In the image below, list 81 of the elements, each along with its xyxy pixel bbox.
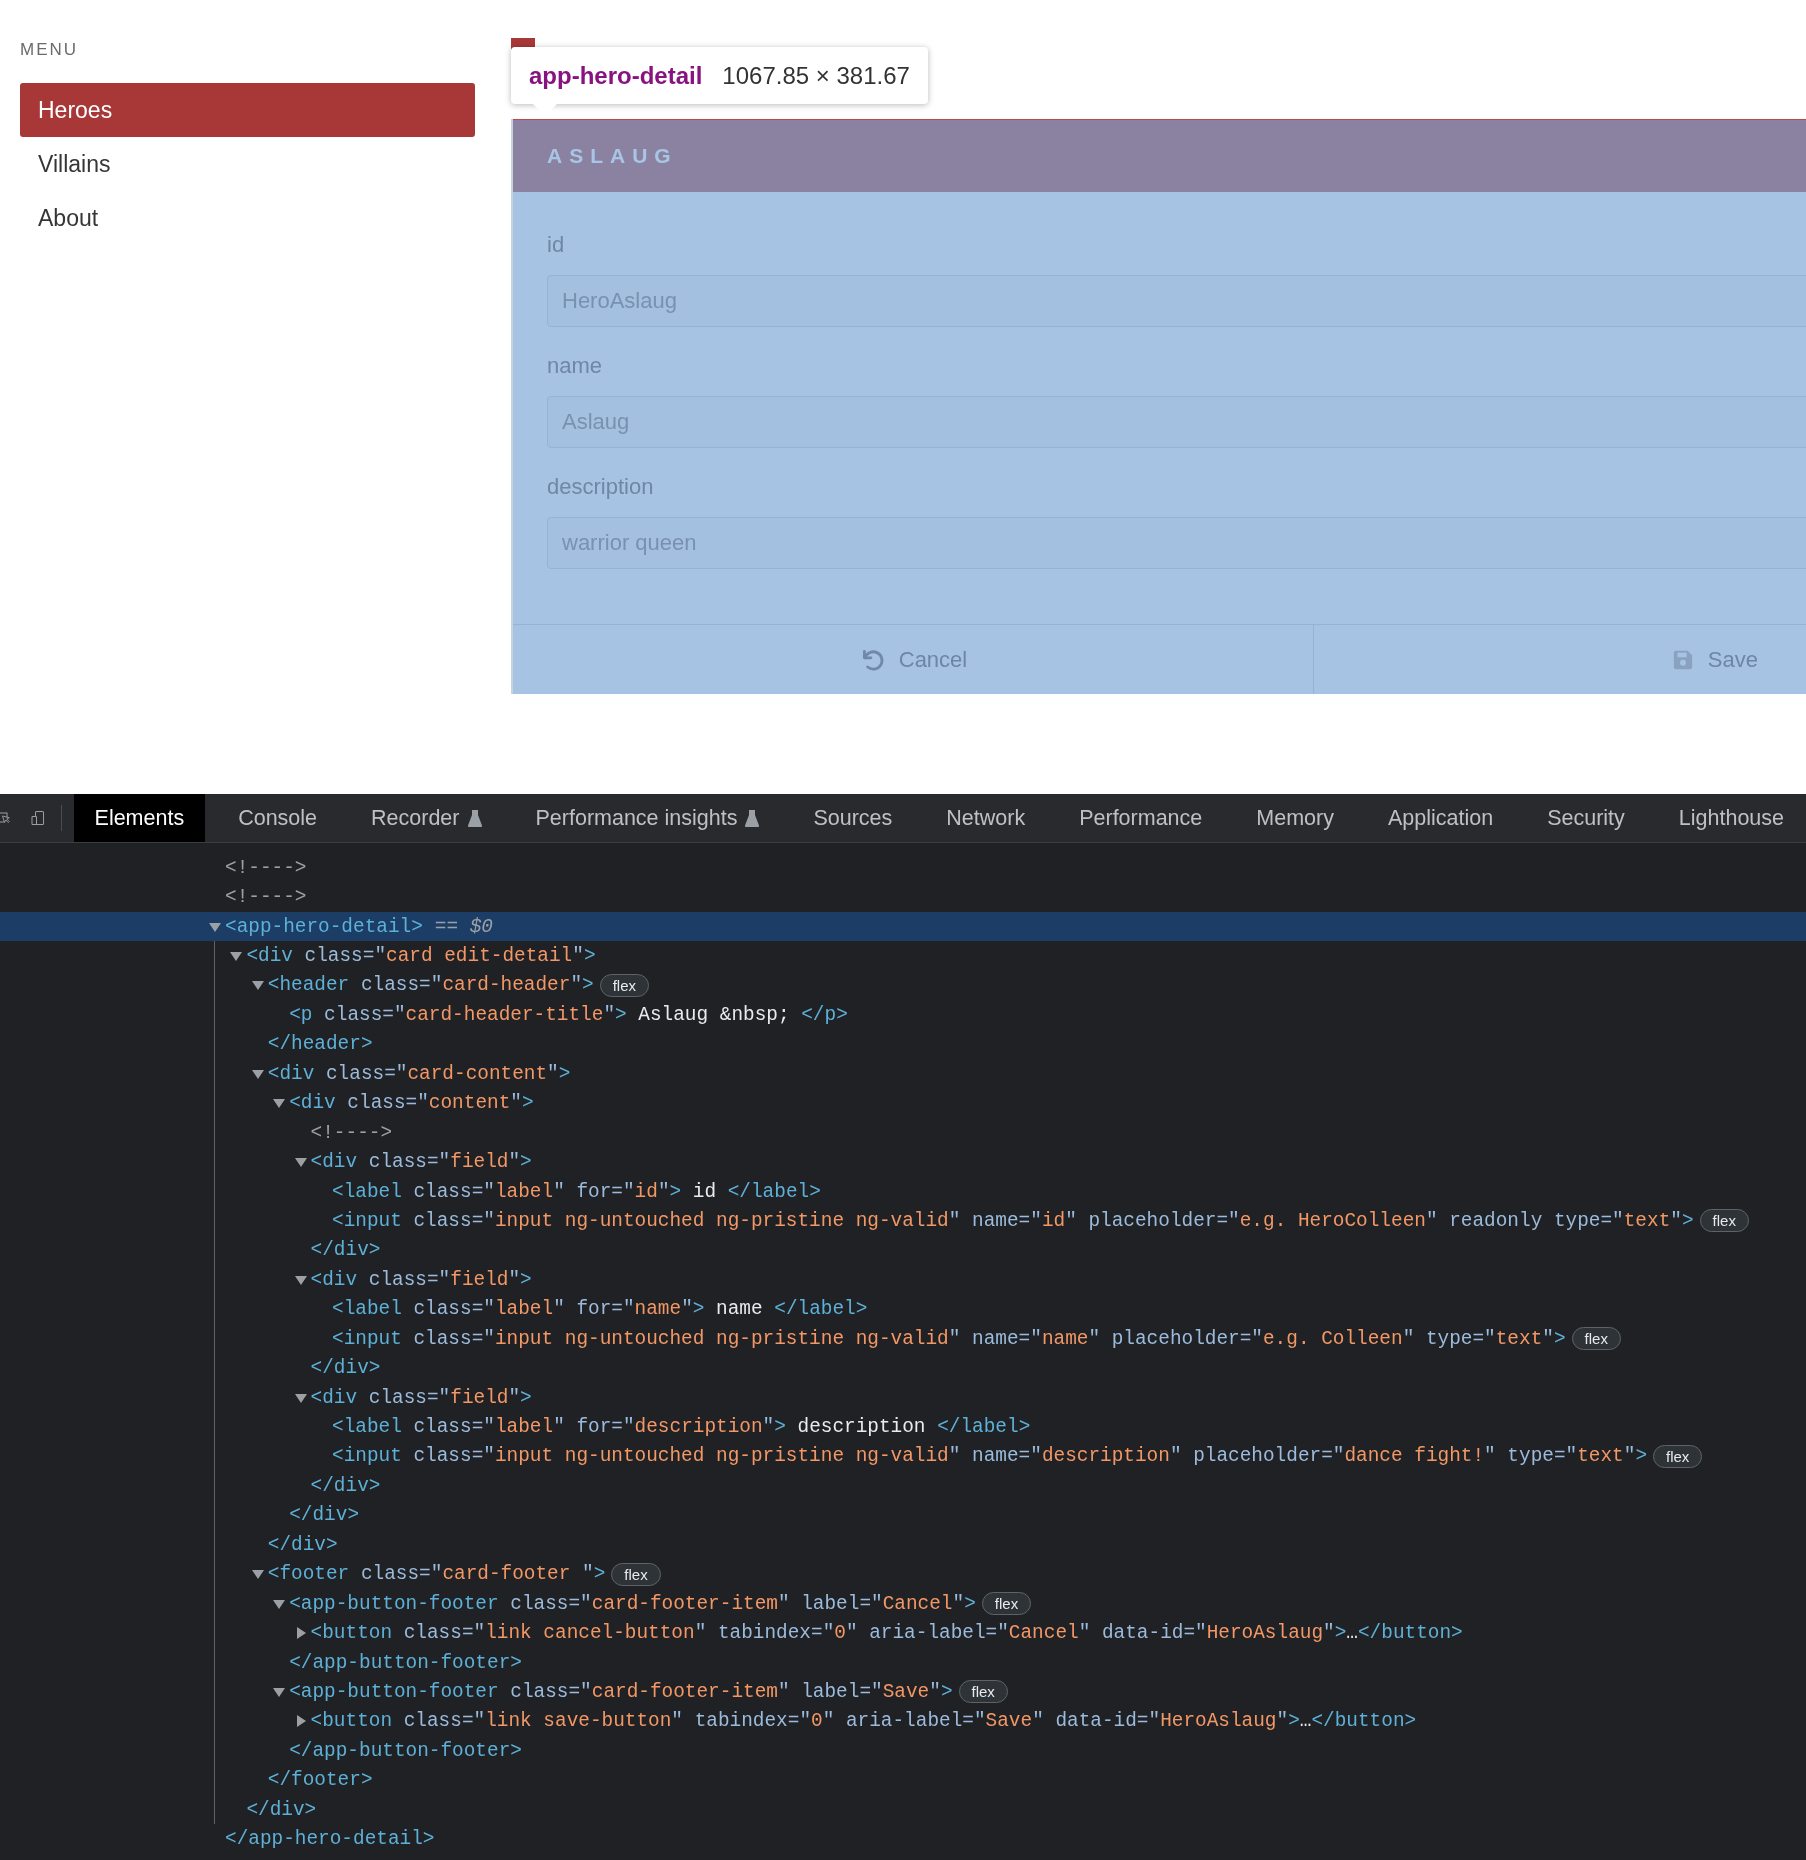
- collapse-arrow-icon[interactable]: [251, 979, 264, 992]
- collapse-arrow-icon[interactable]: [294, 1273, 307, 1286]
- collapse-arrow-icon[interactable]: [294, 1391, 307, 1404]
- devtools-tab[interactable]: Console: [217, 794, 339, 842]
- code-line: <input class="input ng-untouched ng-pristine ng-valid" name="id" placeholder="e.g. HeroColleen" readonly type="text">: [332, 1209, 1694, 1232]
- code-line: <div class="content">: [289, 1092, 534, 1115]
- code-line: <button class="link cancel-button" tabindex="0" aria-label="Cancel" data-id="HeroAslaug">…</button>: [310, 1622, 1463, 1645]
- flex-badge[interactable]: flex: [599, 973, 649, 997]
- flask-icon: [467, 809, 482, 827]
- field-label: description: [547, 474, 654, 501]
- code-line: <!---->: [225, 856, 307, 879]
- code-line: <div class="field">: [310, 1268, 532, 1291]
- devtools-tab[interactable]: Lighthouse: [1657, 794, 1805, 842]
- flex-badge[interactable]: flex: [1699, 1209, 1749, 1233]
- element-tag: app-hero-detail: [529, 61, 703, 90]
- code-line: <app-hero-detail>: [225, 915, 423, 938]
- code-line: <label class="label" for="name"> name </label>: [332, 1298, 868, 1321]
- code-line: </div>: [310, 1474, 381, 1497]
- collapse-arrow-icon[interactable]: [209, 920, 221, 933]
- code-line: <label class="label" for="id"> id </label>: [332, 1180, 821, 1203]
- code-line: </header>: [267, 1033, 373, 1056]
- element-size: 1067.85 × 381.67: [722, 61, 910, 90]
- code-line: <!---->: [310, 1121, 393, 1144]
- collapse-arrow-icon[interactable]: [273, 1097, 286, 1110]
- flex-badge[interactable]: flex: [611, 1562, 661, 1586]
- code-line: </div>: [246, 1798, 317, 1821]
- menu-heading: MENU: [20, 40, 79, 61]
- console-reference: == $0: [434, 915, 493, 938]
- code-line: <input class="input ng-untouched ng-pristine ng-valid" name="description" placeholder="dance fight!" type="text">: [332, 1445, 1647, 1468]
- tree-row[interactable]: <!---->: [0, 853, 1806, 883]
- code-line: </app-hero-detail>: [225, 1828, 435, 1851]
- code-line: </div>: [289, 1504, 359, 1527]
- code-line: </app-button-footer>: [289, 1651, 522, 1674]
- devtools-tab[interactable]: Elements: [73, 794, 206, 842]
- flex-badge[interactable]: flex: [1571, 1327, 1621, 1351]
- code-line: <footer class="card-footer ">: [267, 1563, 606, 1586]
- devtools-tab[interactable]: Recorder: [350, 794, 503, 842]
- code-line: <p class="card-header-title"> Aslaug &nbsp; </p>: [289, 1003, 848, 1026]
- code-line: <button class="link save-button" tabindex="0" aria-label="Save" data-id="HeroAslaug">…</button>: [310, 1710, 1417, 1733]
- devtools-tab[interactable]: Performance insights: [514, 794, 781, 842]
- code-line: <!---->: [225, 886, 307, 909]
- collapse-arrow-icon[interactable]: [273, 1685, 286, 1698]
- devtools-tab[interactable]: Sources: [792, 794, 914, 842]
- flask-icon: [745, 809, 760, 827]
- code-line: </div>: [310, 1357, 381, 1380]
- code-line: </footer>: [267, 1769, 373, 1792]
- collapse-arrow-icon[interactable]: [273, 1597, 286, 1610]
- menu-item[interactable]: About: [20, 191, 475, 245]
- collapse-arrow-icon[interactable]: [251, 1067, 264, 1080]
- collapse-arrow-icon[interactable]: [294, 1156, 307, 1169]
- tree-row[interactable]: <app-hero-detail> == $0: [0, 911, 1806, 942]
- code-line: <label class="label" for="description"> description </label>: [332, 1416, 1031, 1439]
- devtools-tab[interactable]: Application: [1366, 794, 1515, 842]
- code-line: <div class="card-content">: [267, 1062, 571, 1085]
- tree-row[interactable]: <!---->: [0, 882, 1806, 912]
- menu-item[interactable]: Villains: [20, 137, 475, 191]
- devtools-tab[interactable]: Memory: [1235, 794, 1355, 842]
- code-line: <app-button-footer class="card-footer-item" label="Cancel">: [289, 1592, 976, 1615]
- code-line: <app-button-footer class="card-footer-item" label="Save">: [289, 1680, 953, 1703]
- collapse-arrow-icon[interactable]: [251, 1568, 264, 1581]
- devtools-tab[interactable]: Security: [1526, 794, 1646, 842]
- code-line: <div class="field">: [310, 1386, 532, 1409]
- flex-badge[interactable]: flex: [981, 1592, 1032, 1616]
- field-label: name: [547, 353, 603, 380]
- flex-badge[interactable]: flex: [1653, 1444, 1703, 1468]
- code-line: </div>: [310, 1239, 381, 1262]
- expand-arrow-icon[interactable]: [294, 1627, 307, 1640]
- code-line: </app-button-footer>: [289, 1739, 522, 1762]
- flex-badge[interactable]: flex: [958, 1680, 1008, 1704]
- expand-arrow-icon[interactable]: [294, 1715, 307, 1728]
- devtools-tab[interactable]: Performance: [1058, 794, 1224, 842]
- field-label: id: [547, 232, 565, 259]
- collapse-arrow-icon[interactable]: [230, 950, 243, 963]
- devtools-tab[interactable]: Network: [925, 794, 1047, 842]
- code-line: <div class="card edit-detail">: [246, 945, 596, 968]
- code-line: </div>: [267, 1533, 338, 1556]
- card-title: ASLAUG: [547, 144, 678, 168]
- menu-item[interactable]: Heroes: [20, 83, 475, 137]
- code-line: <input class="input ng-untouched ng-pristine ng-valid" name="name" placeholder="e.g. Colleen" type="text">: [332, 1327, 1566, 1350]
- code-line: <div class="field">: [310, 1151, 532, 1174]
- code-line: <header class="card-header">: [267, 974, 594, 997]
